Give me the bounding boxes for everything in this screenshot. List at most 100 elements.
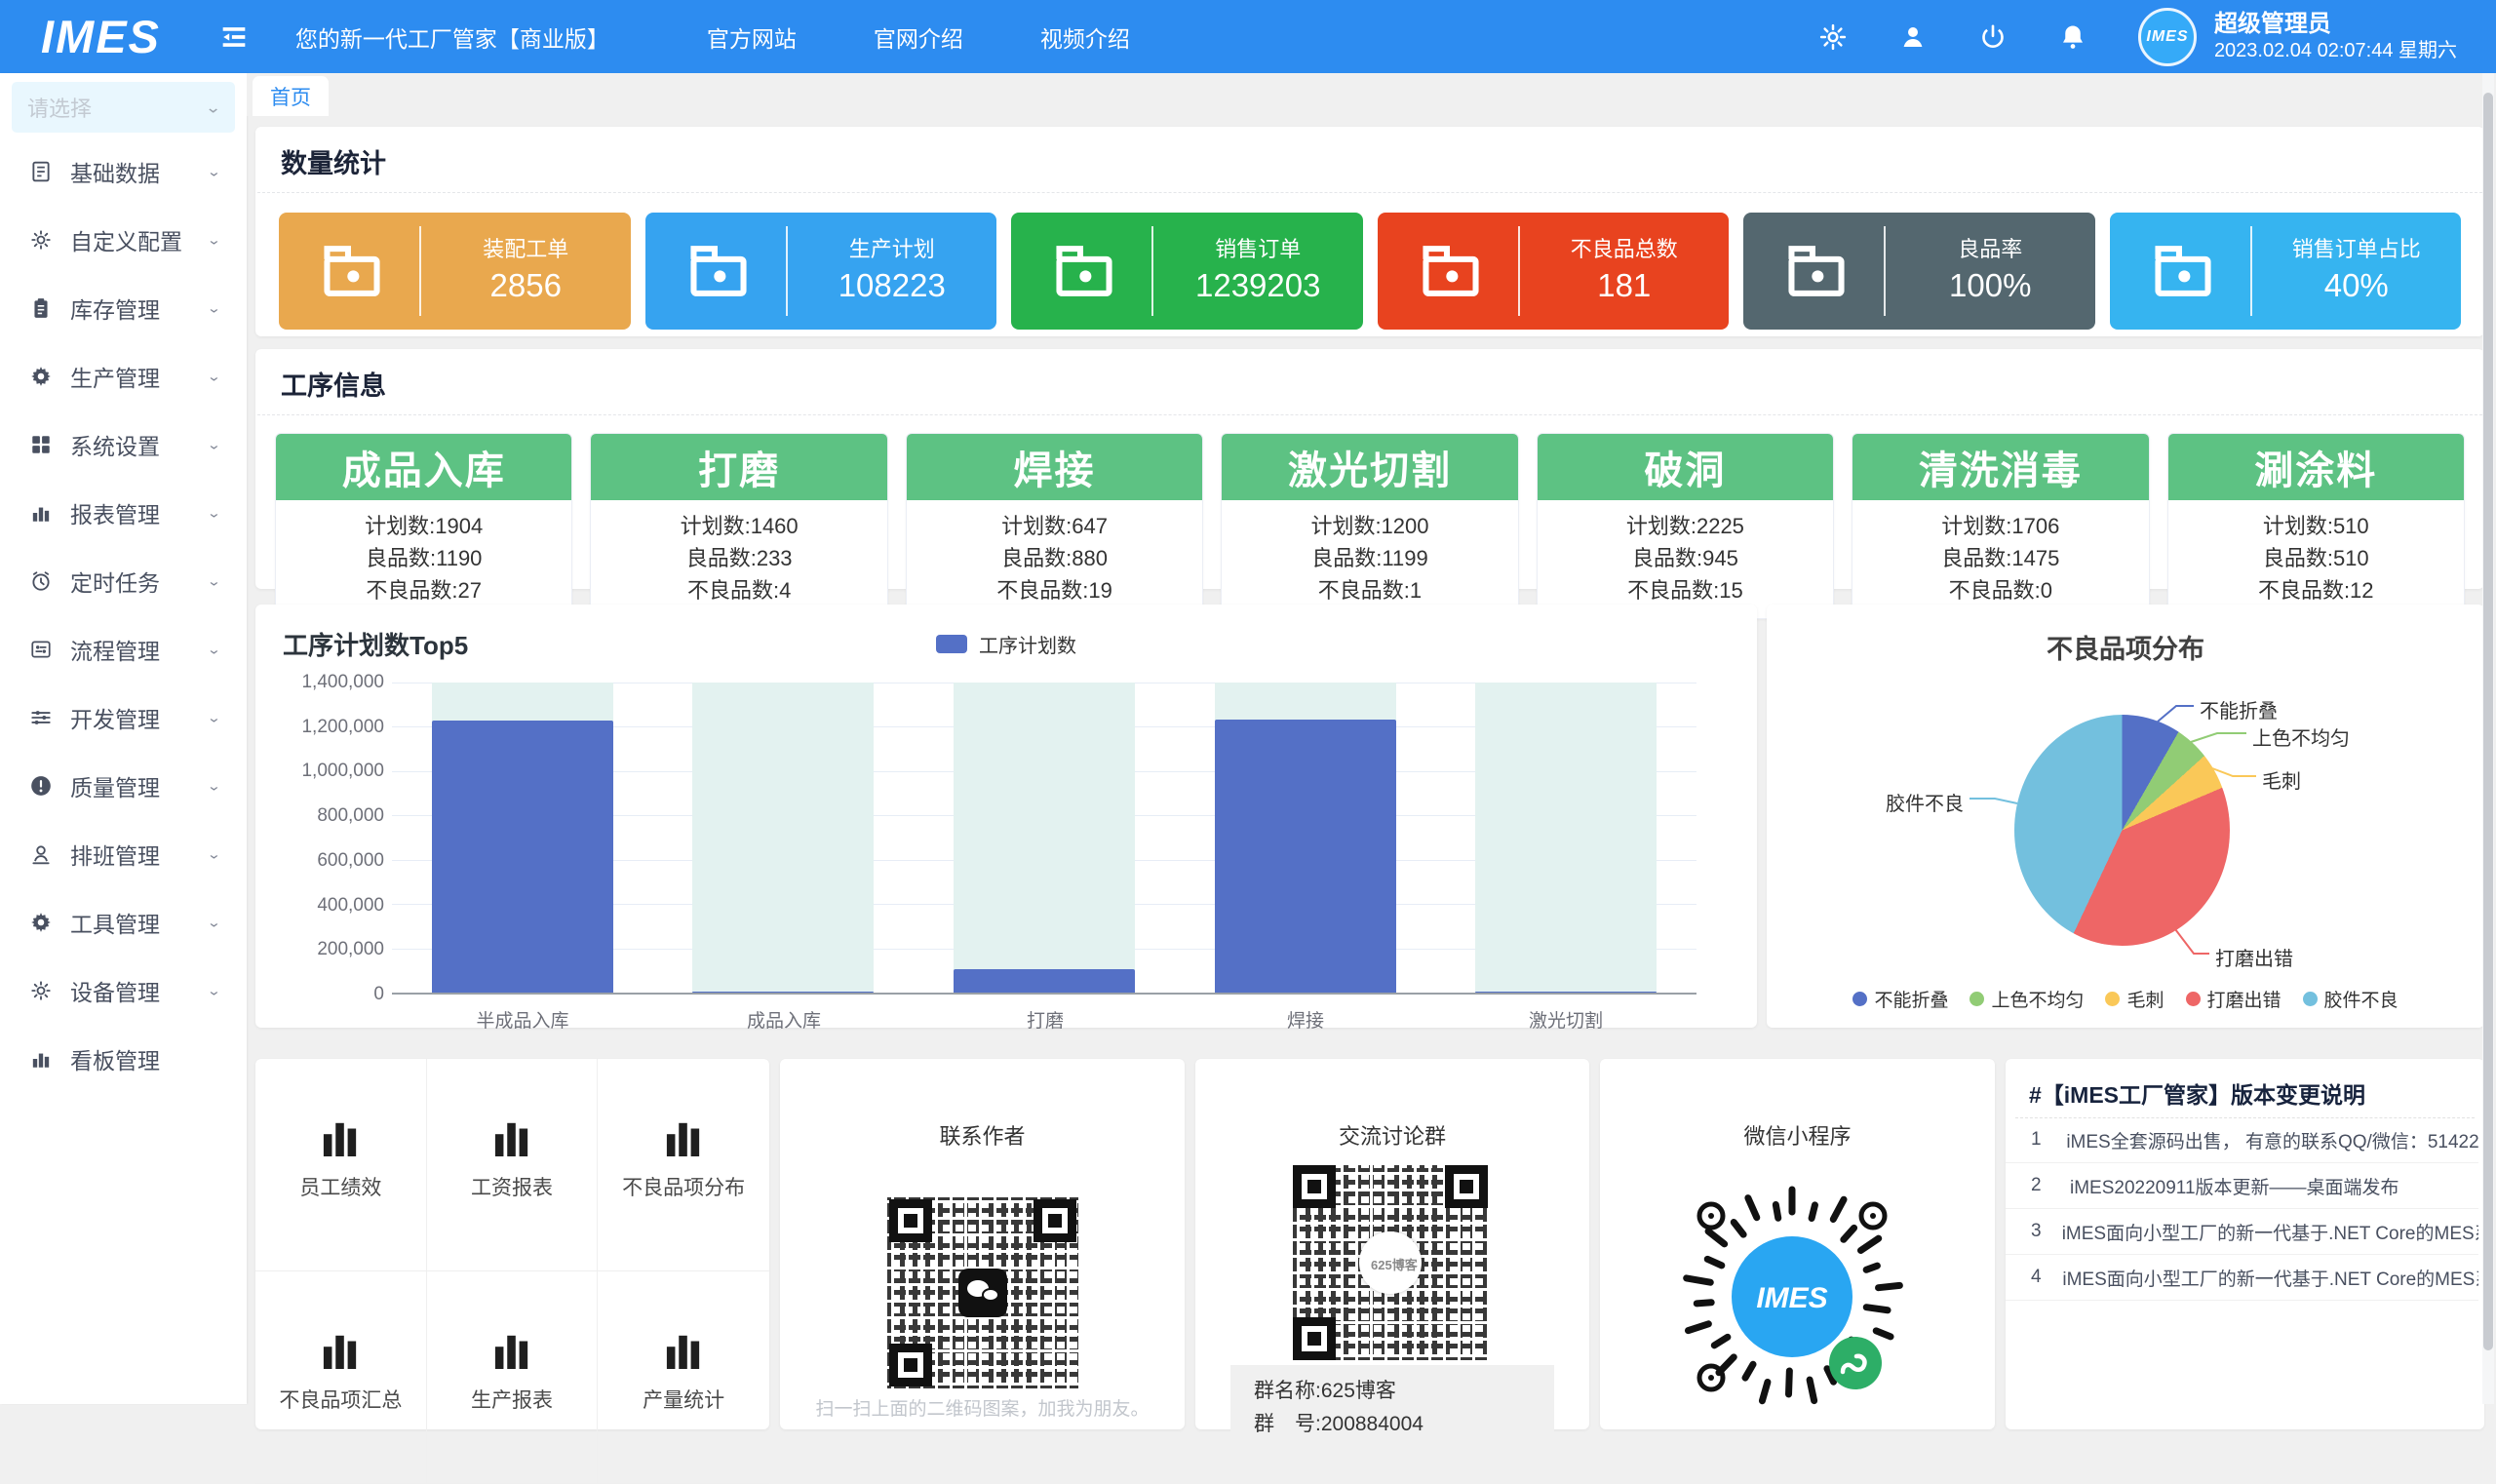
process-card: 焊接 计划数:647良品数:880不良品数:19: [906, 433, 1203, 619]
folder-icon: [1774, 229, 1858, 313]
stat-card-assembly-orders[interactable]: 装配工单2856: [279, 213, 631, 330]
legend-dot: [2105, 992, 2120, 1006]
bar-chart-icon: [320, 1332, 361, 1369]
process-card: 成品入库 计划数:1904良品数:1190不良品数:27: [275, 433, 572, 619]
bar-column: [914, 683, 1175, 993]
sidebar-item-equipment[interactable]: 设备管理⌄: [0, 957, 247, 1025]
bar-welding[interactable]: [1215, 720, 1396, 993]
legend-item[interactable]: 打磨出错: [2186, 986, 2282, 1012]
bar-column: [392, 683, 653, 993]
process-name: 成品入库: [276, 434, 571, 500]
select-placeholder: 请选择: [27, 92, 92, 123]
wechat-qr-code: [887, 1197, 1078, 1388]
sidebar-item-tool-mgmt[interactable]: 工具管理⌄: [0, 888, 247, 957]
clipboard-icon: [29, 296, 53, 320]
legend-item[interactable]: 毛刺: [2105, 986, 2164, 1012]
report-link-defect-distribution[interactable]: 不良品项分布: [598, 1059, 769, 1271]
legend-item[interactable]: 胶件不良: [2303, 986, 2398, 1012]
process-card: 激光切割 计划数:1200良品数:1199不良品数:1: [1221, 433, 1518, 619]
good-count: 良品数:945: [1538, 542, 1833, 574]
sidebar-search-select[interactable]: 请选择 ⌄: [12, 82, 235, 133]
good-count: 良品数:233: [591, 542, 886, 574]
plan-count: 计划数:2225: [1538, 510, 1833, 542]
contact-title: 联系作者: [780, 1119, 1185, 1151]
chevron-down-icon: ⌄: [207, 915, 221, 930]
defect-count: 不良品数:4: [591, 574, 886, 606]
user-icon[interactable]: [1898, 22, 1928, 52]
stat-label: 销售订单占比: [2252, 235, 2462, 264]
y-tick: 400,000: [257, 895, 384, 917]
navbar-right: IMES 超级管理员 2023.02.04 02:07:44 星期六: [1818, 8, 2457, 66]
row-number: 4: [2031, 1267, 2062, 1288]
sidebar-item-basic-data[interactable]: 基础数据⌄: [0, 137, 247, 206]
stat-cards-row: 装配工单2856 生产计划108223 销售订单1239203 不良品总数181…: [255, 193, 2484, 330]
sidebar-item-kanban[interactable]: 看板管理: [0, 1025, 247, 1093]
group-name: 群名称:625博客: [1254, 1375, 1554, 1408]
flow-icon: [29, 638, 53, 661]
report-link-salary-report[interactable]: 工资报表: [427, 1059, 599, 1271]
plan-count: 计划数:1460: [591, 510, 886, 542]
nav-link-video-intro[interactable]: 视频介绍: [1023, 15, 1148, 59]
folder-icon: [677, 229, 760, 313]
group-logo: 625博客: [1359, 1231, 1422, 1294]
qq-group-qr-code: 625博客: [1293, 1165, 1488, 1360]
good-count: 良品数:1199: [1222, 542, 1517, 574]
legend-label: 胶件不良: [2324, 986, 2398, 1012]
report-link-defect-summary[interactable]: 不良品项汇总: [255, 1271, 427, 1484]
folder-icon: [2141, 229, 2225, 313]
wechat-logo: [958, 1269, 1007, 1317]
y-tick: 1,200,000: [257, 717, 384, 738]
tab-home[interactable]: 首页: [253, 76, 329, 116]
bar-grinding[interactable]: [954, 969, 1135, 993]
legend-item[interactable]: 上色不均匀: [1970, 986, 2084, 1012]
stat-card-sales-ratio[interactable]: 销售订单占比40%: [2110, 213, 2462, 330]
sidebar-item-production[interactable]: 生产管理⌄: [0, 342, 247, 410]
gear-icon[interactable]: [1818, 22, 1848, 52]
avatar[interactable]: IMES: [2138, 8, 2197, 66]
sidebar-item-quality[interactable]: 质量管理⌄: [0, 752, 247, 820]
plan-count: 计划数:510: [2168, 510, 2464, 542]
process-name: 破洞: [1538, 434, 1833, 500]
gear-icon: [29, 911, 53, 934]
legend-label: 工序计划数: [979, 630, 1076, 658]
y-tick: 600,000: [257, 850, 384, 872]
stat-card-yield-rate[interactable]: 良品率100%: [1743, 213, 2095, 330]
stat-card-defect-total[interactable]: 不良品总数181: [1378, 213, 1730, 330]
menu-label: 基础数据: [70, 155, 160, 188]
plan-count: 计划数:1904: [276, 510, 571, 542]
changelog-row: 1iMES全套源码出售， 有意的联系QQ/微信：514224717: [2006, 1117, 2478, 1163]
sidebar-item-inventory[interactable]: 库存管理⌄: [0, 274, 247, 342]
chevron-down-icon: ⌄: [207, 846, 221, 862]
bar-semi-finished[interactable]: [432, 721, 613, 993]
legend-item[interactable]: 不能折叠: [1852, 986, 1948, 1012]
bar-chart-legend[interactable]: 工序计划数: [255, 630, 1757, 658]
sidebar-item-custom-config[interactable]: 自定义配置⌄: [0, 206, 247, 274]
stat-label: 销售订单: [1153, 235, 1363, 264]
pie-label: 不能折叠: [2200, 695, 2278, 723]
power-icon[interactable]: [1978, 22, 2008, 52]
chevron-down-icon: ⌄: [207, 983, 221, 998]
sidebar-item-shift-mgmt[interactable]: 排班管理⌄: [0, 820, 247, 888]
stat-card-production-plans[interactable]: 生产计划108223: [645, 213, 997, 330]
sidebar-item-report-mgmt[interactable]: 报表管理⌄: [0, 479, 247, 547]
scrollbar-thumb[interactable]: [2483, 93, 2493, 1350]
user-name: 超级管理员: [2214, 10, 2457, 39]
nav-link-official-site[interactable]: 官方网站: [689, 15, 814, 59]
process-name: 清洗消毒: [1852, 434, 2148, 500]
sidebar-item-system-settings[interactable]: 系统设置⌄: [0, 410, 247, 479]
report-link-output-statistics[interactable]: 产量统计: [598, 1271, 769, 1484]
nav-link-site-intro[interactable]: 官网介绍: [856, 15, 981, 59]
changelog-row: 4iMES面向小型工厂的新一代基于.NET Core的MES系统__PC端: [2006, 1255, 2478, 1301]
contact-caption: 扫一扫上面的二维码图案，加我为朋友。: [780, 1394, 1185, 1421]
bell-icon[interactable]: [2058, 22, 2087, 52]
report-link-production-report[interactable]: 生产报表: [427, 1271, 599, 1484]
sidebar-item-scheduled-tasks[interactable]: 定时任务⌄: [0, 547, 247, 615]
menu-label: 质量管理: [70, 769, 160, 802]
sidebar-item-workflow[interactable]: 流程管理⌄: [0, 615, 247, 683]
report-link-employee-performance[interactable]: 员工绩效: [255, 1059, 427, 1271]
menu-label: 自定义配置: [70, 223, 182, 256]
sidebar-item-dev-mgmt[interactable]: 开发管理⌄: [0, 683, 247, 752]
defect-count: 不良品数:1: [1222, 574, 1517, 606]
collapse-menu-icon[interactable]: [217, 20, 251, 54]
stat-card-sales-orders[interactable]: 销售订单1239203: [1011, 213, 1363, 330]
